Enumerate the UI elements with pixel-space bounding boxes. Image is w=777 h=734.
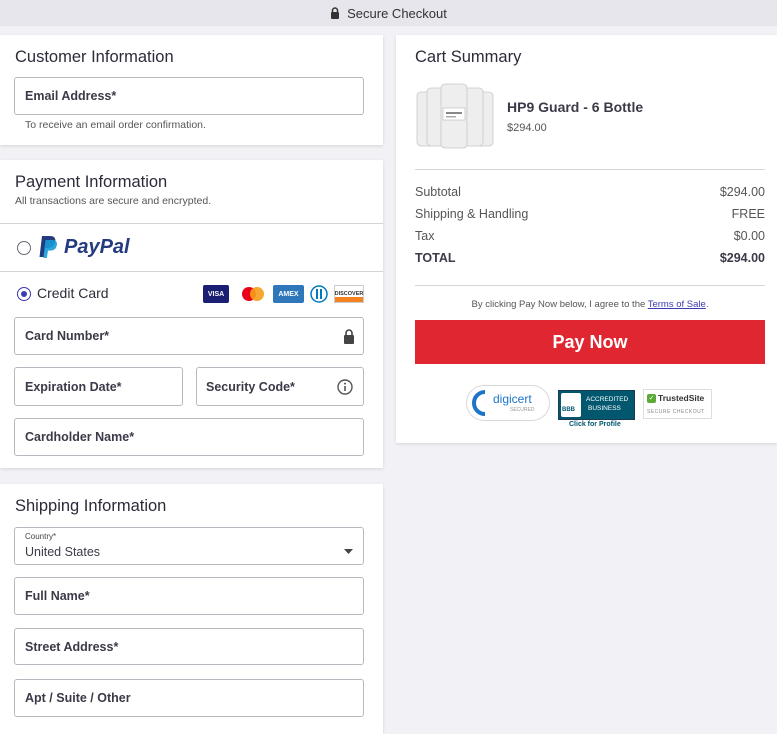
- digicert-sub: SECURED: [510, 407, 535, 413]
- trustedsite-sub: SECURE CHECKOUT: [647, 409, 705, 415]
- shipping-label: Shipping & Handling: [415, 207, 529, 221]
- terms-of-sale-link[interactable]: Terms of Sale: [648, 299, 706, 310]
- secure-checkout-bar: Secure Checkout: [0, 0, 777, 26]
- terms-prefix: By clicking Pay Now below, I agree to th…: [471, 299, 646, 310]
- shipping-information-title: Shipping Information: [15, 497, 167, 515]
- terms-text: By clicking Pay Now below, I agree to th…: [415, 299, 765, 310]
- bbb-badge[interactable]: BBB ACCREDITED BUSINESS: [558, 390, 635, 420]
- total-label: TOTAL: [415, 251, 456, 265]
- cardholder-name-field[interactable]: Cardholder Name*: [14, 418, 364, 456]
- card-number-label: Card Number*: [25, 329, 110, 343]
- bbb-logo-icon: BBB: [561, 393, 581, 417]
- email-hint: To receive an email order confirmation.: [25, 119, 206, 131]
- tax-value: $0.00: [733, 229, 765, 243]
- chevron-down-icon: [344, 543, 353, 557]
- expiration-date-label: Expiration Date*: [25, 379, 122, 394]
- trustedsite-badge[interactable]: ✓ TrustedSite SECURE CHECKOUT: [643, 389, 712, 419]
- payment-information-title: Payment Information: [15, 173, 168, 191]
- country-value: United States: [25, 545, 101, 559]
- country-select[interactable]: Country* United States: [14, 527, 364, 565]
- bbb-caption[interactable]: Click for Profile: [569, 421, 621, 428]
- terms-suffix: .: [705, 299, 709, 310]
- security-code-field[interactable]: Security Code*: [196, 367, 364, 406]
- subtotal-value: $294.00: [719, 185, 765, 199]
- apt-suite-label: Apt / Suite / Other: [25, 691, 131, 705]
- visa-icon: VISA: [203, 285, 229, 303]
- bbb-line2: BUSINESS: [588, 405, 621, 412]
- payment-subtitle: All transactions are secure and encrypte…: [15, 195, 212, 207]
- secure-checkout-title: Secure Checkout: [347, 5, 447, 21]
- full-name-field[interactable]: Full Name*: [14, 577, 364, 615]
- trustedsite-check-icon: ✓: [647, 394, 656, 403]
- trustedsite-label: TrustedSite: [658, 393, 705, 403]
- customer-information-title: Customer Information: [15, 48, 174, 66]
- street-address-field[interactable]: Street Address*: [14, 628, 364, 665]
- product-image: [415, 82, 495, 150]
- digicert-badge[interactable]: digicert SECURED: [467, 386, 549, 420]
- full-name-label: Full Name*: [25, 589, 90, 603]
- tax-label: Tax: [415, 229, 435, 243]
- cardholder-name-label: Cardholder Name*: [25, 430, 135, 444]
- security-code-label: Security Code*: [206, 379, 295, 394]
- digicert-ring-icon: [472, 390, 486, 416]
- amex-icon: AMEX: [273, 285, 304, 303]
- card-number-field[interactable]: Card Number*: [14, 317, 364, 355]
- cart-divider-bottom: [415, 285, 765, 286]
- digicert-label: digicert: [493, 392, 532, 406]
- bbb-line1: ACCREDITED: [586, 396, 629, 403]
- total-value: $294.00: [719, 251, 765, 265]
- country-label: Country*: [25, 532, 57, 541]
- tax-row: Tax $0.00: [415, 229, 765, 243]
- bbb-logo-text: BBB: [562, 407, 575, 413]
- shipping-value: FREE: [731, 207, 765, 221]
- subtotal-row: Subtotal $294.00: [415, 185, 765, 199]
- card-lock-icon: [343, 329, 355, 347]
- street-address-label: Street Address*: [25, 639, 119, 654]
- email-field[interactable]: Email Address*: [14, 77, 364, 115]
- subtotal-label: Subtotal: [415, 185, 461, 199]
- info-icon[interactable]: [337, 379, 353, 398]
- total-row: TOTAL $294.00: [415, 251, 765, 265]
- shipping-row: Shipping & Handling FREE: [415, 207, 765, 221]
- cart-summary-title: Cart Summary: [415, 48, 522, 66]
- lock-icon: [330, 7, 340, 19]
- mastercard-icon: [238, 285, 268, 303]
- email-label: Email Address*: [25, 89, 117, 103]
- customer-information-card: Customer Information Email Address* To r…: [0, 35, 383, 145]
- paypal-logo-icon: [38, 235, 58, 264]
- paypal-label: PayPal: [64, 236, 130, 258]
- expiration-date-field[interactable]: Expiration Date*: [14, 367, 183, 406]
- pay-now-button[interactable]: Pay Now: [415, 320, 765, 364]
- shipping-information-card: Shipping Information Country* United Sta…: [0, 484, 383, 734]
- cart-divider-top: [415, 169, 765, 170]
- product-price: $294.00: [507, 122, 547, 134]
- diners-icon: [310, 285, 328, 303]
- product-name: HP9 Guard - 6 Bottle: [507, 99, 644, 115]
- paypal-radio[interactable]: [17, 241, 31, 255]
- apt-suite-field[interactable]: Apt / Suite / Other: [14, 679, 364, 717]
- credit-card-label: Credit Card: [37, 285, 109, 301]
- payment-information-card: Payment Information All transactions are…: [0, 160, 383, 468]
- paypal-option[interactable]: PayPal: [0, 224, 383, 271]
- credit-card-radio[interactable]: [17, 287, 31, 301]
- discover-icon: DISCOVER: [334, 285, 364, 303]
